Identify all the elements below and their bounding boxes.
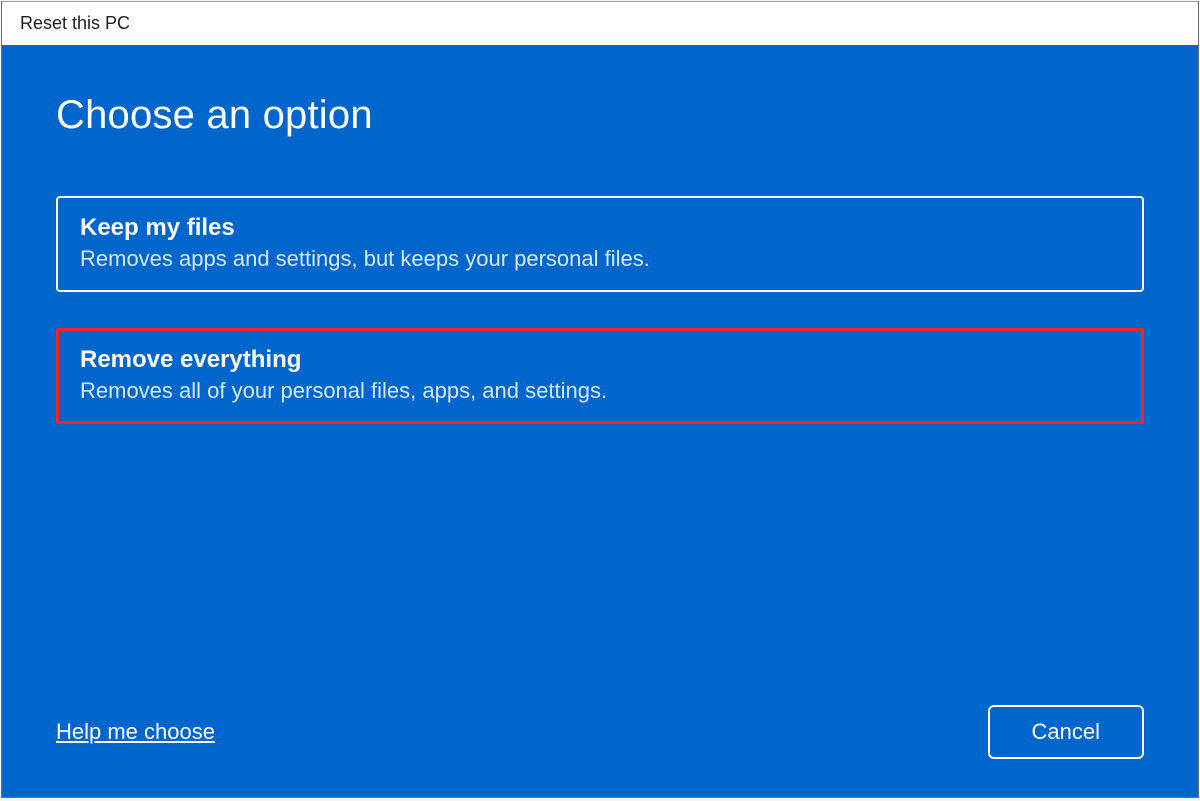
- option-title: Remove everything: [80, 346, 1120, 374]
- page-heading: Choose an option: [56, 93, 1144, 138]
- reset-pc-dialog: Reset this PC Choose an option Keep my f…: [1, 1, 1199, 798]
- option-description: Removes all of your personal files, apps…: [80, 378, 1120, 404]
- option-remove-everything[interactable]: Remove everything Removes all of your pe…: [56, 328, 1144, 424]
- titlebar: Reset this PC: [2, 2, 1198, 45]
- options-list: Keep my files Removes apps and settings,…: [56, 196, 1144, 424]
- option-title: Keep my files: [80, 214, 1120, 242]
- option-description: Removes apps and settings, but keeps you…: [80, 246, 1120, 272]
- help-me-choose-link[interactable]: Help me choose: [56, 719, 215, 745]
- cancel-button[interactable]: Cancel: [988, 705, 1144, 759]
- option-keep-my-files[interactable]: Keep my files Removes apps and settings,…: [56, 196, 1144, 292]
- dialog-footer: Help me choose Cancel: [56, 705, 1144, 759]
- dialog-content: Choose an option Keep my files Removes a…: [2, 45, 1198, 797]
- window-title: Reset this PC: [20, 13, 130, 34]
